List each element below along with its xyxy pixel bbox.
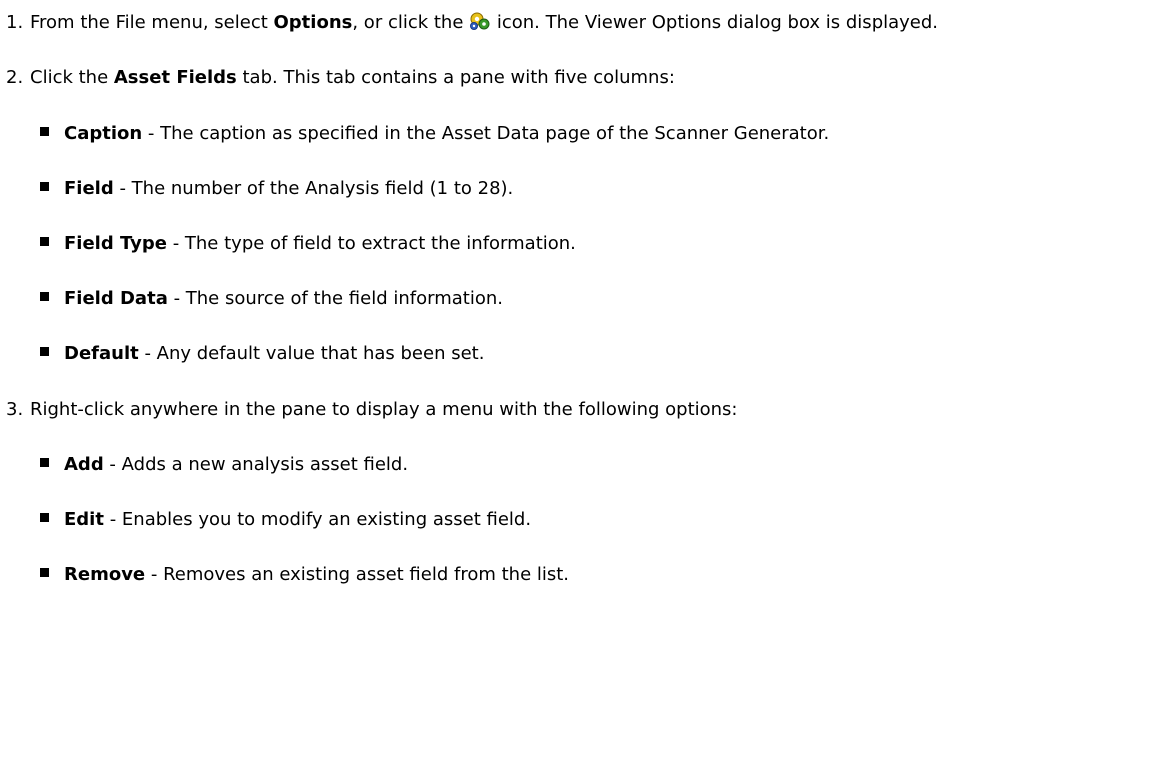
bullet-square-icon: [40, 127, 49, 136]
bullet-square-icon: [40, 347, 49, 356]
bullet-square-icon: [40, 237, 49, 246]
list-item-field: Field - The number of the Analysis field…: [40, 177, 513, 201]
term: Default: [64, 343, 139, 364]
description: - The caption as specified in the Asset …: [142, 123, 830, 144]
description: - Enables you to modify an existing asse…: [103, 509, 532, 530]
description: - The number of the Analysis field (1 to…: [113, 178, 514, 199]
step-text-post: tab. This tab contains a pane with five …: [236, 67, 675, 88]
step-text-pre: From the File menu, select: [30, 12, 274, 33]
description: - Adds a new analysis asset field.: [103, 454, 409, 475]
step-1: 1. From the File menu, select Options, or…: [6, 11, 938, 35]
term: Field: [64, 178, 114, 199]
list-item-field-type: Field Type - The type of field to extrac…: [40, 232, 576, 256]
description: - The source of the field information.: [167, 288, 503, 309]
step-number: 2.: [6, 67, 24, 88]
description: - Any default value that has been set.: [138, 343, 485, 364]
bullet-square-icon: [40, 568, 49, 577]
asset-fields-tab-ref: Asset Fields: [113, 67, 237, 88]
document-page: 1. From the File menu, select Options, or…: [0, 0, 1168, 763]
list-item-field-data: Field Data - The source of the field inf…: [40, 287, 503, 311]
term: Field Data: [64, 288, 168, 309]
step-text-pre: Click the: [30, 67, 114, 88]
step-number: 3.: [6, 399, 24, 420]
step-text-post: icon. The Viewer Options dialog box is d…: [491, 12, 939, 33]
step-number: 1.: [6, 12, 24, 33]
list-item-edit: Edit - Enables you to modify an existing…: [40, 508, 531, 532]
step-text-mid: , or click the: [352, 12, 470, 33]
options-gear-icon: [469, 11, 491, 31]
bullet-square-icon: [40, 182, 49, 191]
term: Remove: [64, 564, 146, 585]
options-menu-item-ref: Options: [273, 12, 353, 33]
list-item-caption: Caption - The caption as specified in th…: [40, 122, 829, 146]
description: - Removes an existing asset field from t…: [145, 564, 570, 585]
step-3: 3. Right-click anywhere in the pane to di…: [6, 398, 737, 422]
bullet-square-icon: [40, 458, 49, 467]
step-text: Right-click anywhere in the pane to disp…: [30, 399, 738, 420]
list-item-default: Default - Any default value that has bee…: [40, 342, 484, 366]
bullet-square-icon: [40, 513, 49, 522]
term: Add: [64, 454, 104, 475]
list-item-add: Add - Adds a new analysis asset field.: [40, 453, 408, 477]
term: Field Type: [64, 233, 167, 254]
step-2: 2. Click the Asset Fields tab. This tab c…: [6, 66, 675, 90]
bullet-square-icon: [40, 292, 49, 301]
term: Edit: [64, 509, 104, 530]
term: Caption: [64, 123, 143, 144]
description: - The type of field to extract the infor…: [166, 233, 576, 254]
list-item-remove: Remove - Removes an existing asset field…: [40, 563, 569, 587]
